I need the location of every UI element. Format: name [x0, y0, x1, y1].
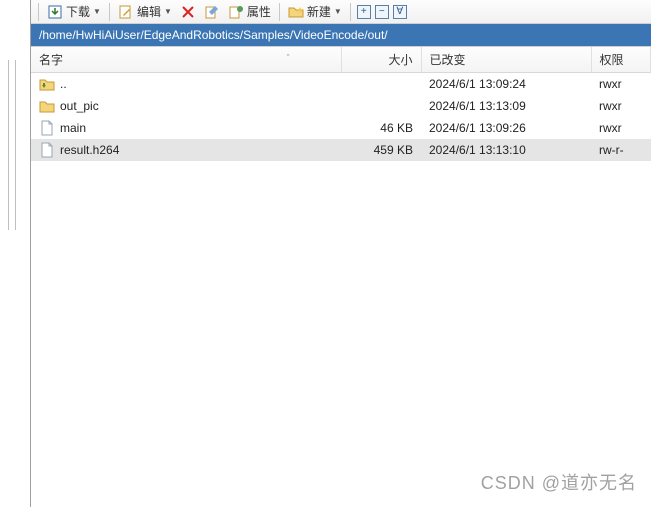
table-row[interactable]: result.h264 459 KB2024/6/1 13:13:10rw-r-: [31, 139, 651, 161]
toolbar: 下载 ▼ 编辑 ▼ 属性 新建 ▼ + − ∀: [31, 0, 651, 24]
folder-icon: [39, 98, 55, 114]
file-size: 46 KB: [341, 117, 421, 139]
file-perm: rwxr: [591, 73, 651, 96]
download-label: 下载: [66, 3, 90, 20]
edit-button[interactable]: 编辑 ▼: [115, 2, 175, 21]
download-button[interactable]: 下载 ▼: [44, 2, 104, 21]
download-icon: [47, 4, 63, 20]
rename-icon: [204, 4, 220, 20]
new-label: 新建: [307, 3, 331, 20]
filter-button[interactable]: ∀: [393, 5, 407, 19]
collapse-button[interactable]: −: [375, 5, 389, 19]
delete-button[interactable]: [177, 3, 199, 21]
file-name: out_pic: [60, 99, 99, 113]
edit-icon: [118, 4, 134, 20]
file-perm: rwxr: [591, 95, 651, 117]
sort-asc-icon: ＾: [283, 53, 292, 66]
expand-button[interactable]: +: [357, 5, 371, 19]
col-size[interactable]: 大小: [341, 47, 421, 73]
col-changed[interactable]: 已改变: [421, 47, 591, 73]
path-text: /home/HwHiAiUser/EdgeAndRobotics/Samples…: [39, 28, 388, 42]
header-row: 名字 ＾ 大小 已改变 权限: [31, 47, 651, 73]
file-changed: 2024/6/1 13:13:10: [421, 139, 591, 161]
properties-icon: [228, 4, 244, 20]
file-perm: rw-r-: [591, 139, 651, 161]
edit-label: 编辑: [137, 3, 161, 20]
up-icon: [39, 76, 55, 92]
delete-icon: [180, 4, 196, 20]
table-row[interactable]: .. 2024/6/1 13:09:24rwxr: [31, 73, 651, 96]
file-perm: rwxr: [591, 117, 651, 139]
file-list: 名字 ＾ 大小 已改变 权限 ..2024/6/1 13:09:24rwxrou…: [31, 46, 651, 507]
col-perm[interactable]: 权限: [591, 47, 651, 73]
chevron-down-icon: ▼: [93, 7, 101, 16]
new-button[interactable]: 新建 ▼: [285, 2, 345, 21]
left-panel-stub: [0, 0, 30, 507]
file-changed: 2024/6/1 13:09:26: [421, 117, 591, 139]
folder-new-icon: [288, 4, 304, 20]
file-icon: [39, 142, 55, 158]
file-name: result.h264: [60, 143, 119, 157]
file-changed: 2024/6/1 13:13:09: [421, 95, 591, 117]
chevron-down-icon: ▼: [334, 7, 342, 16]
path-bar[interactable]: /home/HwHiAiUser/EdgeAndRobotics/Samples…: [31, 24, 651, 46]
file-size: [341, 73, 421, 96]
properties-label: 属性: [247, 3, 271, 20]
file-size: [341, 95, 421, 117]
col-name[interactable]: 名字 ＾: [31, 47, 341, 73]
file-name: ..: [60, 77, 67, 91]
table-row[interactable]: out_pic 2024/6/1 13:13:09rwxr: [31, 95, 651, 117]
table-row[interactable]: main 46 KB2024/6/1 13:09:26rwxr: [31, 117, 651, 139]
file-icon: [39, 120, 55, 136]
file-panel: 下载 ▼ 编辑 ▼ 属性 新建 ▼ + − ∀ /home/HwHiAi: [30, 0, 651, 507]
rename-button[interactable]: [201, 3, 223, 21]
properties-button[interactable]: 属性: [225, 2, 274, 21]
chevron-down-icon: ▼: [164, 7, 172, 16]
file-size: 459 KB: [341, 139, 421, 161]
file-name: main: [60, 121, 86, 135]
file-changed: 2024/6/1 13:09:24: [421, 73, 591, 96]
